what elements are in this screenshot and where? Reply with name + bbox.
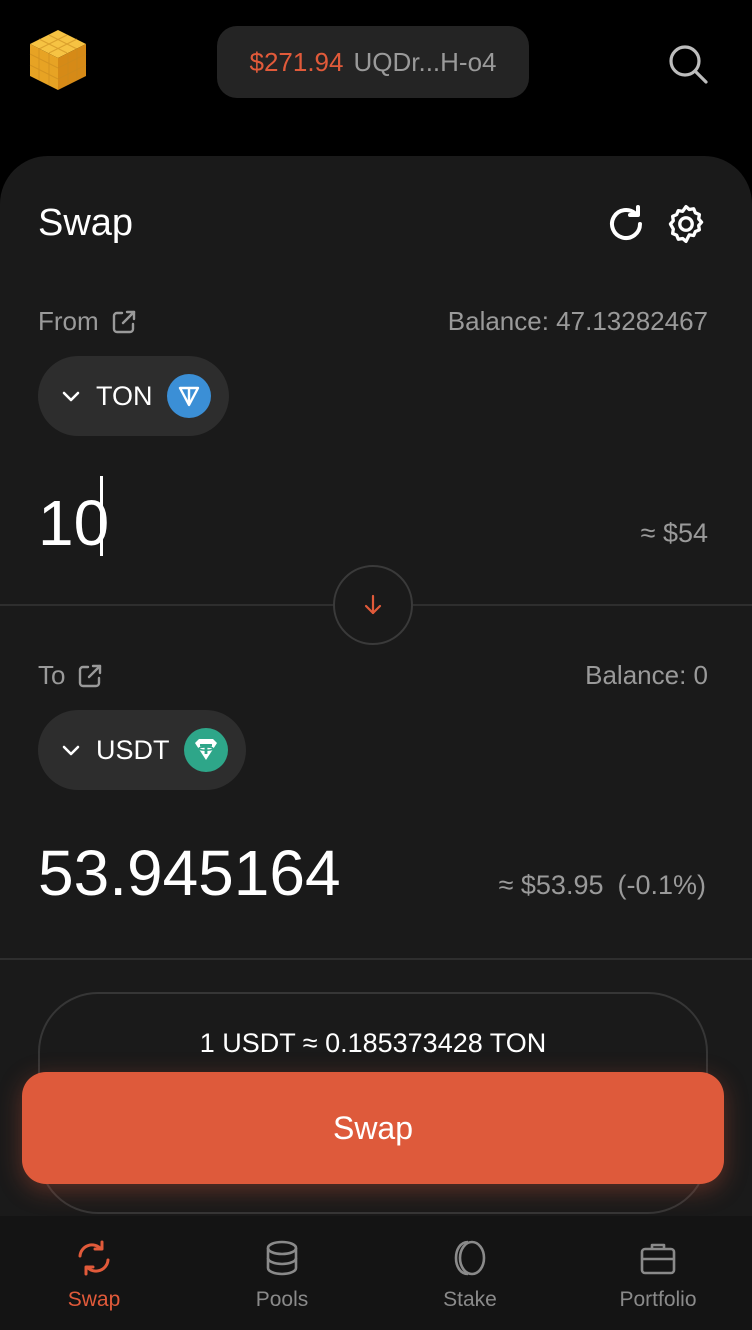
refresh-icon[interactable] [604, 202, 648, 246]
price-impact: (-0.1%) [617, 870, 706, 900]
arrow-down-icon [364, 594, 382, 615]
nav-item-pools[interactable]: Pools [188, 1216, 376, 1330]
to-usd-value-group: ≈ $53.95 (-0.1%) [499, 870, 706, 901]
page-title: Swap [38, 202, 134, 244]
nav-label-swap: Swap [67, 1288, 121, 1311]
to-label-row: To Balance: 0 [38, 660, 708, 691]
chevron-down-icon [62, 391, 80, 402]
bottom-navigation: Swap Pools Stake Portfolio [0, 1216, 752, 1330]
nav-item-stake[interactable]: Stake [376, 1216, 564, 1330]
swap-card: Swap From Balance: 47.13282467 TON 10 ≈ … [0, 156, 752, 1330]
pools-icon [266, 1240, 298, 1276]
stake-icon [454, 1240, 486, 1276]
settings-gear-icon[interactable] [664, 202, 708, 246]
app-logo-icon[interactable] [28, 28, 88, 92]
nav-item-portfolio[interactable]: Portfolio [564, 1216, 752, 1330]
nav-label-pools: Pools [255, 1288, 309, 1311]
to-usd-value: ≈ $53.95 [498, 870, 604, 900]
external-link-icon[interactable] [77, 663, 103, 689]
nav-label-portfolio: Portfolio [619, 1288, 697, 1311]
wallet-button[interactable]: $271.94 UQDr...H-o4 [217, 26, 529, 98]
to-balance: Balance: 0 [585, 660, 708, 690]
wallet-balance: $271.94 [249, 46, 344, 77]
swap-button[interactable]: Swap [22, 1072, 724, 1184]
from-label: From [38, 306, 99, 336]
flip-direction-button[interactable] [333, 565, 413, 645]
portfolio-icon [640, 1243, 676, 1275]
section-divider [0, 958, 752, 960]
to-token-selector[interactable]: USDT [38, 710, 246, 790]
exchange-rate: 1 USDT ≈ 0.185373428 TON [199, 1028, 547, 1058]
chevron-down-icon [62, 745, 80, 756]
from-usd-value: ≈ $54 [640, 518, 708, 548]
wallet-address: UQDr...H-o4 [353, 46, 497, 77]
to-amount-output: 53.945164 [38, 837, 341, 909]
ton-token-icon [166, 374, 211, 418]
from-balance[interactable]: Balance: 47.13282467 [448, 306, 708, 337]
app-header: $271.94 UQDr...H-o4 [0, 0, 752, 140]
nav-label-stake: Stake [443, 1288, 497, 1311]
from-token-symbol: TON [96, 380, 153, 411]
nav-item-swap[interactable]: Swap [0, 1216, 188, 1330]
to-label: To [38, 660, 66, 690]
text-caret [100, 476, 103, 556]
from-token-selector[interactable]: TON [38, 356, 229, 436]
external-link-icon[interactable] [111, 309, 137, 335]
search-icon[interactable] [664, 40, 712, 88]
from-label-row: From Balance: 47.13282467 [38, 306, 708, 337]
swap-icon [78, 1240, 110, 1276]
to-token-symbol: USDT [96, 734, 170, 765]
usdt-token-icon [183, 728, 228, 772]
from-amount-input[interactable]: 10 [38, 486, 438, 560]
